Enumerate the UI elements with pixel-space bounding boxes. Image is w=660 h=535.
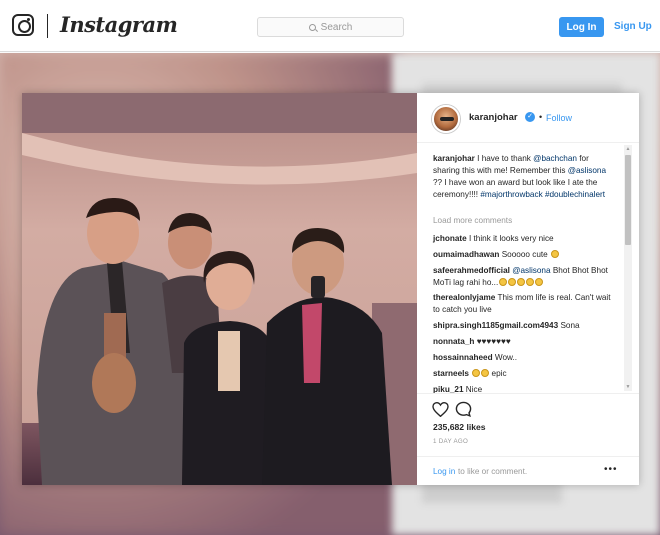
scrollbar-thumb[interactable] xyxy=(625,155,631,245)
login-prompt-text: to like or comment. xyxy=(458,467,528,476)
comment-username[interactable]: therealonlyjame xyxy=(433,293,495,302)
search-placeholder: Search xyxy=(320,21,353,33)
comment-text: Sooooo cute xyxy=(501,250,548,259)
post-sidebar: karanjohar ✓ • Follow karanjohar I have … xyxy=(417,93,639,485)
top-navigation-bar: Instagram Search Log In Sign Up xyxy=(0,0,660,52)
mention-bachchan[interactable]: @bachchan xyxy=(533,154,577,163)
comment-username[interactable]: piku_21 xyxy=(433,385,464,393)
comment-item: nonnata_h ♥♥♥♥♥♥♥ xyxy=(433,336,615,348)
post-modal: karanjohar ✓ • Follow karanjohar I have … xyxy=(22,93,639,485)
comment-item: therealonlyjame This mom life is real. C… xyxy=(433,292,615,315)
comment-text: Sona xyxy=(560,321,580,330)
follow-button[interactable]: Follow xyxy=(546,113,572,123)
comment-mention[interactable]: @aslisona xyxy=(512,266,550,275)
post-header: karanjohar ✓ • Follow xyxy=(417,93,639,143)
comment-item: starneels epic xyxy=(433,368,615,380)
separator-dot: • xyxy=(539,112,543,122)
laughing-emoji-icon xyxy=(526,277,535,286)
laughing-emoji-icon xyxy=(508,277,517,286)
laughing-emoji-icon xyxy=(535,277,544,286)
comment-username[interactable]: hossainnaheed xyxy=(433,353,493,362)
comment-item: safeerahmedofficial @aslisona Bhot Bhot … xyxy=(433,265,615,288)
verified-badge-icon: ✓ xyxy=(525,112,535,122)
comment-bubble-icon[interactable] xyxy=(455,401,472,418)
signup-link[interactable]: Sign Up xyxy=(614,21,652,32)
caption-text-1: I have to thank xyxy=(474,154,534,163)
login-to-comment-link[interactable]: Log in xyxy=(433,467,455,476)
search-icon xyxy=(308,23,316,31)
user-avatar[interactable] xyxy=(432,105,460,133)
comment-text: I think it looks very nice xyxy=(468,234,554,243)
likes-count[interactable]: 235,682 likes xyxy=(433,422,486,432)
comment-username[interactable]: jchonate xyxy=(433,234,467,243)
like-heart-icon[interactable] xyxy=(432,402,449,417)
search-input[interactable]: Search xyxy=(257,17,404,37)
load-more-comments-button[interactable]: Load more comments xyxy=(433,216,512,225)
login-prompt: Log in to like or comment. ••• xyxy=(417,456,639,486)
more-options-icon[interactable]: ••• xyxy=(604,464,618,475)
comment-username[interactable]: shipra.singh1185gmail.com4943 xyxy=(433,321,558,330)
comment-username[interactable]: oumaimadhawan xyxy=(433,250,499,259)
hashtag-doublechinalert[interactable]: #doublechinalert xyxy=(545,190,605,199)
instagram-camera-icon[interactable] xyxy=(12,14,34,36)
hashtag-majorthrowback[interactable]: #majorthrowback xyxy=(480,190,542,199)
comment-username[interactable]: safeerahmedofficial xyxy=(433,266,510,275)
laughing-emoji-icon xyxy=(517,277,526,286)
comment-username[interactable]: starneels xyxy=(433,369,469,378)
comment-text: Nice xyxy=(465,385,483,393)
comment-text: Wow.. xyxy=(494,353,518,362)
comment-item: shipra.singh1185gmail.com4943 Sona xyxy=(433,320,615,332)
comment-item: hossainnaheed Wow.. xyxy=(433,352,615,364)
comment-text: epic xyxy=(491,369,507,378)
laughing-emoji-icon xyxy=(481,369,490,377)
post-username[interactable]: karanjohar xyxy=(469,112,518,123)
post-timestamp: 1 DAY AGO xyxy=(433,438,469,445)
comment-text: ♥♥♥♥♥♥♥ xyxy=(476,337,511,346)
caption-username[interactable]: karanjohar xyxy=(433,154,475,163)
scroll-up-arrow-icon[interactable]: ▲ xyxy=(624,145,632,153)
comment-username[interactable]: nonnata_h xyxy=(433,337,474,346)
comment-item: jchonate I think it looks very nice xyxy=(433,233,615,245)
comments-list[interactable]: karanjohar I have to thank @bachchan for… xyxy=(417,143,639,393)
laughing-emoji-icon xyxy=(499,277,508,286)
comments-scrollbar[interactable]: ▲ ▼ xyxy=(624,145,632,391)
post-actions: 235,682 likes 1 DAY AGO Log in to like o… xyxy=(417,393,639,485)
mention-aslisona[interactable]: @aslisona xyxy=(568,166,606,175)
comment-item: oumaimadhawan Sooooo cute xyxy=(433,249,615,261)
comment-item: piku_21 Nice xyxy=(433,384,615,393)
instagram-wordmark[interactable]: Instagram xyxy=(60,12,178,37)
post-caption: karanjohar I have to thank @bachchan for… xyxy=(433,153,615,201)
logo-divider xyxy=(47,14,48,38)
smiling-emoji-icon xyxy=(550,250,559,258)
login-button[interactable]: Log In xyxy=(559,17,604,37)
scroll-down-arrow-icon[interactable]: ▼ xyxy=(624,383,632,391)
post-photo[interactable] xyxy=(22,93,417,485)
laughing-emoji-icon xyxy=(472,369,481,377)
